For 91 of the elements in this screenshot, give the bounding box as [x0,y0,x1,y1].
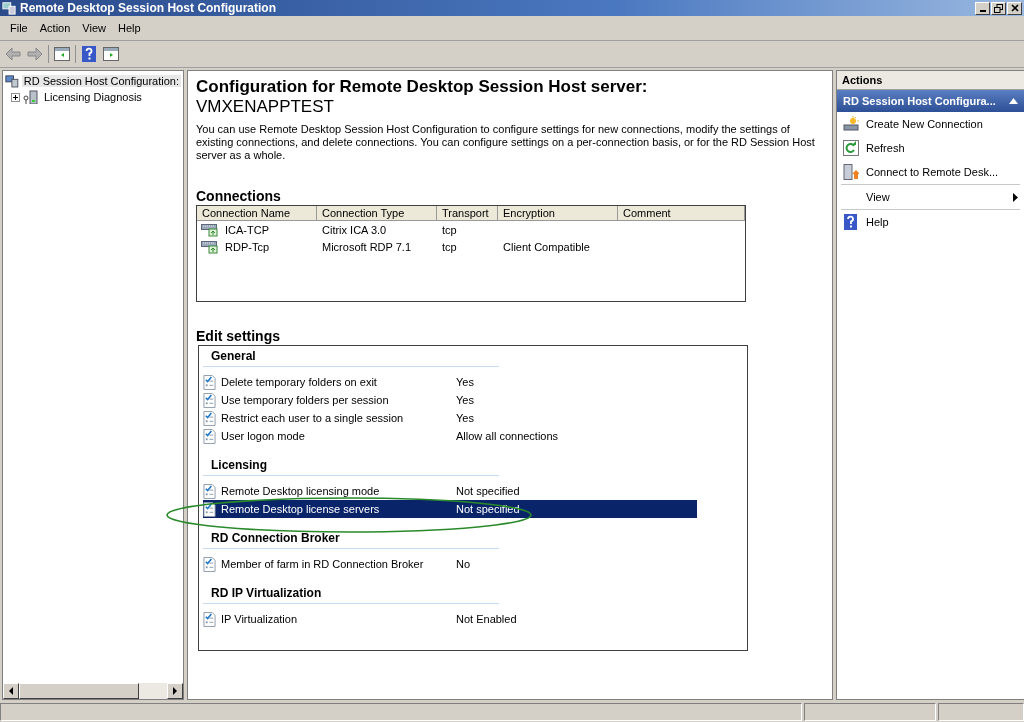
actions-section-header[interactable]: RD Session Host Configura... [837,90,1024,112]
group-heading: Licensing [203,457,499,476]
page-heading: Configuration for Remote Desktop Session Host server: [196,77,649,97]
table-cell-text: Citrix ICA 3.0 [321,223,388,236]
column-header[interactable]: Comment [618,206,745,220]
server-sun-icon [843,116,859,132]
checklist-icon [203,483,216,499]
section-heading: Connections [196,188,282,204]
server-arrow-icon [843,164,859,180]
scroll-left-button[interactable] [3,683,19,699]
description-text: You can use Remote Desktop Session Host Configuration to configure settings for new connections, modify the settings of existing connections, and delete connections. You can configure settings on a per-connection basis, or for the RD Session Host server as a whole. [196,123,816,162]
setting-value: Yes [456,376,475,388]
setting-label: Use temporary folders per session [221,394,390,406]
table-cell-text: tcp [441,240,458,253]
setting-row[interactable]: User logon mode Allow all connections [203,427,697,445]
table-cell-text: Microsoft RDP 7.1 [321,240,413,253]
action-link[interactable]: Create New Connection [866,118,1018,130]
table-cell-text: tcp [441,223,458,236]
checklist-icon [203,410,216,426]
checklist-icon [203,556,216,572]
checklist-icon [203,611,216,627]
server-key-icon [23,90,39,104]
server-name: VMXENAPPTEST [196,97,335,117]
setting-label: Remote Desktop licensing mode [221,485,381,497]
setting-label: Remote Desktop license servers [221,503,381,515]
setting-row[interactable]: Delete temporary folders on exit Yes [203,373,697,391]
checklist-icon [203,374,216,390]
minimize-button[interactable] [975,1,990,15]
console-tree-icon[interactable] [53,45,71,63]
action-link[interactable]: View [866,191,1006,203]
window-title: Remote Desktop Session Host Configuration [19,1,278,15]
setting-row[interactable]: Restrict each user to a single session Yes [203,409,697,427]
app-icon [2,1,16,15]
setting-row[interactable]: Remote Desktop licensing mode Not specified [203,482,697,500]
table-cell[interactable]: RDP-Tcp [220,240,274,253]
actions-heading: Actions [837,71,1024,90]
action-pane-icon[interactable] [102,45,120,63]
setting-value: Not Enabled [456,613,518,625]
setting-row[interactable]: Remote Desktop license servers Not specified [203,500,697,518]
setting-value: Yes [456,394,475,406]
refresh-icon [843,140,859,156]
table-cell[interactable]: ICA-TCP [220,223,274,236]
help-icon [843,214,859,230]
setting-row[interactable]: Use temporary folders per session Yes [203,391,697,409]
checklist-icon [203,392,216,408]
setting-label: IP Virtualization [221,613,299,625]
action-link[interactable]: Connect to Remote Desk... [866,166,1018,178]
group-heading: RD IP Virtualization [203,585,499,604]
setting-value: Not specified [456,485,521,497]
setting-row[interactable]: Member of farm in RD Connection Broker No [203,555,697,573]
action-link[interactable]: Refresh [866,142,1018,154]
column-header[interactable]: Transport [437,206,498,220]
computer-icon [5,73,19,89]
setting-label: Member of farm in RD Connection Broker [221,558,425,570]
setting-label: Delete temporary folders on exit [221,376,378,388]
menu-item[interactable]: Action [33,20,77,36]
collapse-caret-icon [1009,98,1018,104]
menu-item[interactable]: File [4,20,34,36]
column-header[interactable]: Connection Type [317,206,437,220]
menu-item[interactable]: Help [111,20,147,36]
network-adapter-icon [201,239,219,254]
tree-item[interactable]: RD Session Host Configuration: [21,75,181,87]
close-button[interactable] [1007,1,1022,15]
network-adapter-icon [201,222,219,237]
close-icon [1010,4,1019,12]
table-cell-text: Client Compatible [502,240,591,253]
submenu-arrow-icon [1013,192,1018,202]
help-icon[interactable] [80,45,98,63]
setting-label: User logon mode [221,430,306,442]
setting-label: Restrict each user to a single session [221,412,405,424]
setting-value: Not specified [456,503,521,515]
expand-toggle[interactable] [11,92,20,102]
setting-value: Allow all connections [456,430,560,442]
checklist-icon [203,428,216,444]
right-arrow-icon [172,687,178,695]
action-link[interactable]: Help [866,216,1018,228]
scroll-right-button[interactable] [167,683,183,699]
column-header[interactable]: Connection Name [197,206,317,220]
setting-value: No [456,558,472,570]
tree-item[interactable]: Licensing Diagnosis [42,91,144,103]
restore-icon [994,3,1003,13]
section-heading: Edit settings [196,328,281,344]
group-heading: General [203,348,499,367]
column-header[interactable]: Encryption [498,206,618,220]
group-heading: RD Connection Broker [203,530,499,549]
menu-item[interactable]: View [76,20,112,36]
setting-value: Yes [456,412,475,424]
setting-row[interactable]: IP Virtualization Not Enabled [203,610,697,628]
restore-button[interactable] [991,1,1006,15]
left-arrow-icon [8,687,14,695]
scroll-thumb[interactable] [19,683,139,699]
